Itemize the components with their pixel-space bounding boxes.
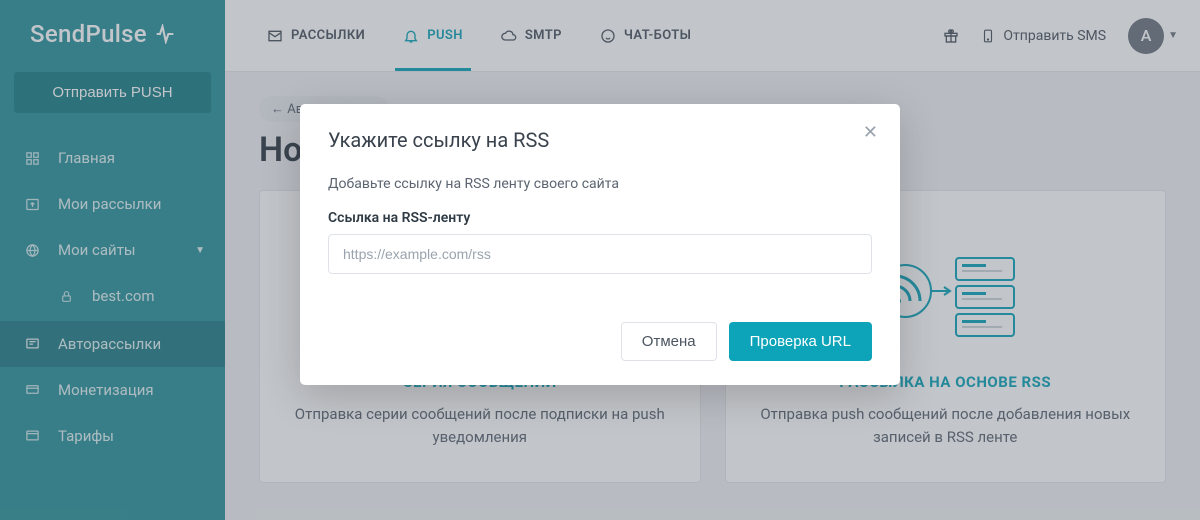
rss-url-input[interactable] (328, 234, 872, 274)
field-label: Ссылка на RSS-ленту (328, 210, 872, 226)
rss-modal: Укажите ссылку на RSS ✕ Добавьте ссылку … (300, 104, 900, 385)
check-url-button[interactable]: Проверка URL (729, 322, 872, 361)
modal-lead: Добавьте ссылку на RSS ленту своего сайт… (328, 176, 872, 192)
close-icon[interactable]: ✕ (863, 124, 878, 142)
modal-overlay[interactable]: Укажите ссылку на RSS ✕ Добавьте ссылку … (0, 0, 1200, 520)
modal-title: Укажите ссылку на RSS (328, 128, 872, 152)
cancel-button[interactable]: Отмена (621, 322, 717, 361)
modal-actions: Отмена Проверка URL (328, 322, 872, 361)
